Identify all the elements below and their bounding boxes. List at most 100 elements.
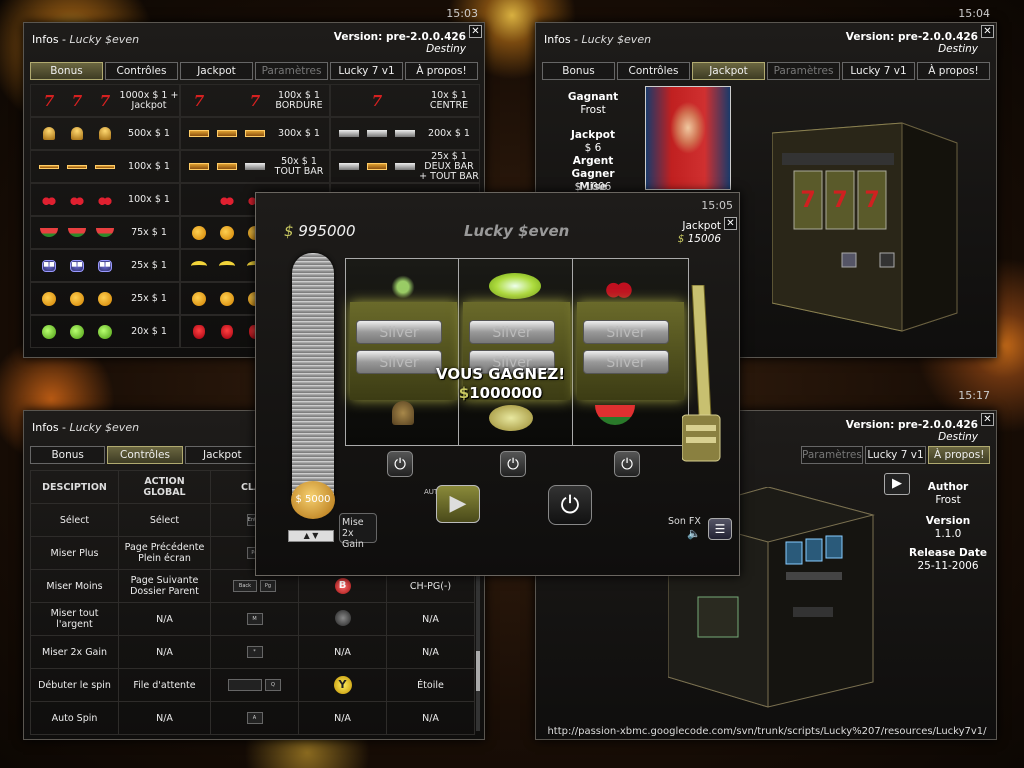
apple-icon — [63, 322, 91, 342]
hold-reel-3-button[interactable]: ⏻ — [614, 451, 640, 477]
tab-about[interactable]: À propos! — [928, 446, 991, 464]
orange-icon — [185, 223, 213, 243]
tab-jackpot[interactable]: Jackpot — [184, 446, 260, 464]
silver-bar-icon — [391, 157, 419, 177]
version-value: 1.1.0 — [934, 528, 962, 540]
source-url[interactable]: http://passion-xbmc.googlecode.com/svn/t… — [541, 726, 993, 737]
hold-reel-2-button[interactable]: ⏻ — [500, 451, 526, 477]
cherry-icon — [603, 277, 633, 299]
bet-arrows-stepper[interactable]: ▲ ▼ — [288, 530, 334, 542]
tab-bonus[interactable]: Bonus — [30, 62, 103, 80]
bar-icon — [213, 124, 241, 144]
bar-icon — [241, 124, 269, 144]
exit-icon[interactable]: ☰ — [708, 518, 732, 540]
title-prefix: Infos - — [544, 33, 582, 46]
title-app: Lucky $even — [581, 33, 652, 46]
author-value: Frost — [935, 494, 961, 506]
key-cell: A — [210, 701, 299, 735]
grape-icon: ■■ — [91, 256, 119, 276]
author-label: Author — [927, 481, 969, 493]
spin-power-button[interactable]: ⏻ — [548, 485, 592, 525]
balance-display: $ 995000 — [284, 222, 356, 240]
tab-lucky7[interactable]: Lucky 7 v1 — [864, 446, 927, 464]
auto-spin-button[interactable]: ▶ — [436, 485, 480, 523]
black-button-icon — [334, 609, 351, 626]
key-cell: M — [210, 602, 299, 636]
jackpot-info: Jackpot $ 6 — [558, 129, 628, 155]
lever-handle[interactable] — [682, 285, 722, 465]
row-remote: N/A — [386, 701, 475, 735]
tab-jackpot[interactable]: Jackpot — [692, 62, 765, 80]
tab-lucky7[interactable]: Lucky 7 v1 — [330, 62, 403, 80]
row-desc: Débuter le spin — [30, 668, 119, 702]
tab-settings[interactable]: Paramètres — [801, 446, 863, 464]
tab-bar: Bonus Contrôles Jackpot — [30, 446, 260, 464]
svg-text:7: 7 — [800, 188, 815, 213]
cherry-icon — [213, 190, 241, 210]
bar-icon — [35, 157, 63, 177]
row-remote: N/A — [386, 602, 475, 636]
row-remote: Étoile — [386, 668, 475, 702]
win-message: VOUS GAGNEZ! $1000000 — [436, 365, 565, 403]
silver-bar-icon — [241, 157, 269, 177]
silver-bar-icon: Silver — [356, 350, 442, 374]
close-icon[interactable]: ✕ — [724, 217, 737, 230]
bell-icon — [63, 124, 91, 144]
payout-label: 500x $ 1 — [128, 127, 170, 139]
close-icon[interactable]: ✕ — [469, 25, 482, 38]
bonus-cell: 100x $ 1 — [30, 183, 180, 216]
play-icon[interactable]: ▶ — [884, 473, 910, 495]
hold-reel-1-button[interactable]: ⏻ — [387, 451, 413, 477]
close-icon[interactable]: ✕ — [981, 25, 994, 38]
sound-fx-toggle[interactable]: Son FX 🔈 — [668, 516, 701, 540]
payout-label: 300x $ 1 — [278, 127, 320, 139]
row-pad: N/A — [298, 635, 387, 669]
tab-lucky7[interactable]: Lucky 7 v1 — [842, 62, 915, 80]
payout-label: 1000x $ 1 + Jackpot — [119, 89, 179, 111]
tab-controls[interactable]: Contrôles — [617, 62, 690, 80]
close-icon[interactable]: ✕ — [981, 413, 994, 426]
jackpot-display: Jackpot $ 15006 — [678, 220, 721, 246]
tab-bar: Bonus Contrôles Jackpot Paramètres Lucky… — [30, 62, 478, 80]
keyboard-key-icon: Pg — [260, 580, 277, 592]
win-title: VOUS GAGNEZ! — [436, 365, 566, 383]
silver-bar-icon — [391, 124, 419, 144]
row-pad: N/A — [298, 701, 387, 735]
window-title: Infos - Lucky $even — [32, 421, 139, 434]
version-info: Version: pre-2.0.0.426 Destiny — [846, 31, 978, 55]
winner-info: Gagnant Frost — [558, 91, 628, 117]
bonus-cell: 7 10x $ 1 CENTRE — [330, 84, 480, 117]
tab-controls[interactable]: Contrôles — [107, 446, 183, 464]
double-bet-button[interactable]: Mise 2x Gain — [339, 513, 377, 550]
silver-bar-icon: Silver — [583, 320, 669, 344]
silver-bar-icon: Silver — [356, 320, 442, 344]
tab-jackpot[interactable]: Jackpot — [180, 62, 253, 80]
banana-icon — [185, 256, 213, 276]
tab-bonus[interactable]: Bonus — [542, 62, 615, 80]
tab-about[interactable]: À propos! — [405, 62, 478, 80]
grape-icon — [388, 275, 418, 299]
jackpot-value: 15006 — [687, 233, 721, 245]
jackpot-value: $ 6 — [584, 142, 602, 154]
tab-settings[interactable]: Paramètres — [767, 62, 840, 80]
y-button-icon: Y — [333, 676, 352, 694]
bonus-cell: 20x $ 1 — [30, 315, 180, 348]
row-action: N/A — [118, 701, 211, 735]
kiwi-icon — [489, 405, 533, 431]
watermelon-icon — [35, 223, 63, 243]
tab-about[interactable]: À propos! — [917, 62, 990, 80]
tab-settings[interactable]: Paramètres — [255, 62, 328, 80]
bet-coin[interactable]: $ 5000 — [291, 481, 335, 519]
keyboard-key-icon: Q — [265, 679, 282, 691]
window-title: Infos - Lucky $even — [544, 33, 651, 46]
balance-value: 995000 — [298, 222, 356, 240]
spacebar-key-icon — [227, 679, 262, 691]
seven-icon: 7 — [99, 91, 111, 110]
bell-icon — [392, 401, 414, 425]
tab-bonus[interactable]: Bonus — [30, 446, 106, 464]
cherry-icon — [35, 190, 63, 210]
svg-text:7: 7 — [864, 188, 879, 213]
payout-label: 75x $ 1 — [131, 226, 167, 238]
grape-icon: ■■ — [63, 256, 91, 276]
tab-controls[interactable]: Contrôles — [105, 62, 178, 80]
